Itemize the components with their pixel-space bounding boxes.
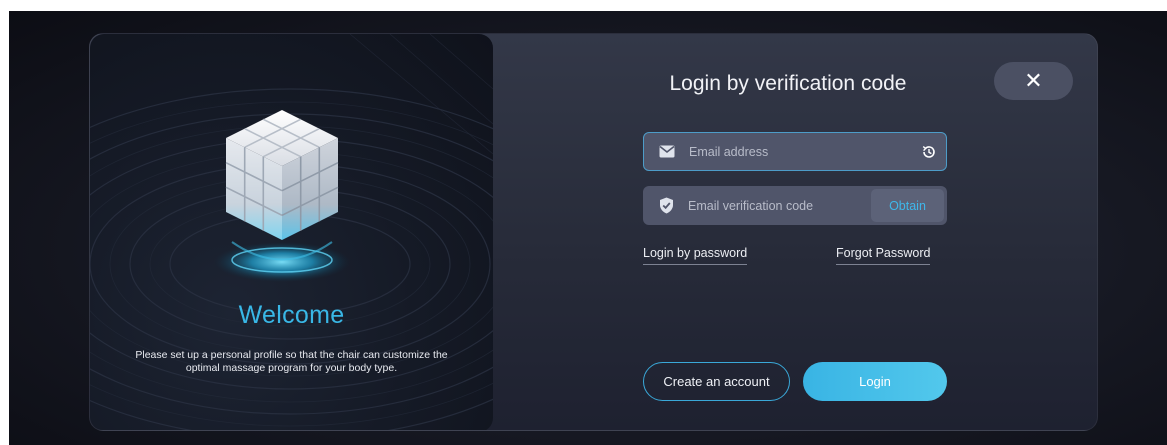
close-icon: ✕ — [1024, 68, 1043, 93]
email-field[interactable] — [643, 132, 947, 171]
welcome-description-line1: Please set up a personal profile so that… — [135, 349, 448, 361]
welcome-panel: Welcome Please set up a personal profile… — [90, 34, 493, 430]
verification-code-input[interactable] — [688, 198, 888, 213]
login-by-password-link[interactable]: Login by password — [643, 246, 748, 265]
close-button[interactable]: ✕ — [994, 62, 1073, 100]
login-dialog: Welcome Please set up a personal profile… — [89, 33, 1098, 431]
create-account-button[interactable]: Create an account — [643, 362, 790, 401]
forgot-password-link[interactable]: Forgot Password — [836, 246, 931, 265]
shield-check-icon — [658, 197, 674, 214]
verification-code-field[interactable]: Obtain — [643, 186, 947, 225]
email-input[interactable] — [689, 144, 889, 159]
envelope-icon — [659, 144, 675, 160]
welcome-description-line2: optimal massage program for your body ty… — [185, 362, 398, 374]
welcome-title: Welcome — [238, 301, 345, 329]
history-icon[interactable] — [921, 144, 937, 160]
obtain-code-button[interactable]: Obtain — [871, 189, 944, 222]
welcome-description: Please set up a personal profile so that… — [100, 349, 483, 375]
screen-background: Welcome Please set up a personal profile… — [9, 11, 1167, 445]
login-title: Login by verification code — [669, 72, 907, 95]
login-button[interactable]: Login — [803, 362, 947, 401]
cube-illustration — [212, 102, 352, 287]
